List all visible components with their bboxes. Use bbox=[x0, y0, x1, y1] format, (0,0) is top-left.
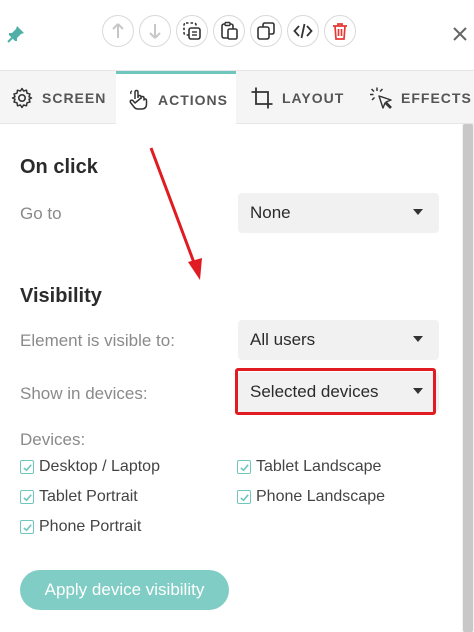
hand-pointer-icon bbox=[129, 89, 148, 110]
device-label: Phone Portrait bbox=[39, 518, 142, 535]
code-icon bbox=[293, 23, 313, 39]
visibility-title: Visibility bbox=[20, 285, 102, 307]
tab-screen-label: SCREEN bbox=[42, 89, 107, 106]
device-checkbox-phone-portrait[interactable]: Phone Portrait bbox=[20, 518, 141, 536]
crop-icon bbox=[251, 87, 273, 108]
goto-label: Go to bbox=[20, 204, 62, 223]
delete-button[interactable] bbox=[324, 15, 356, 47]
visible-to-select-value: All users bbox=[250, 330, 316, 349]
checkbox-checked-icon bbox=[237, 460, 251, 474]
toolbar-buttons bbox=[102, 15, 361, 53]
device-label: Phone Landscape bbox=[256, 488, 385, 505]
tab-layout-label: LAYOUT bbox=[282, 89, 345, 106]
annotation-highlight-box bbox=[235, 368, 436, 415]
scrollbar-thumb[interactable] bbox=[463, 124, 473, 632]
on-click-title: On click bbox=[20, 156, 98, 178]
tab-layout[interactable]: LAYOUT bbox=[250, 71, 355, 124]
checkbox-checked-icon bbox=[237, 490, 251, 504]
checkbox-checked-icon bbox=[20, 460, 34, 474]
element-settings-panel: SCREEN ACTIONS LAYOUT EFFECTS On click G… bbox=[0, 0, 474, 632]
gear-icon bbox=[11, 87, 33, 108]
arrow-down-icon bbox=[149, 24, 161, 39]
visible-to-select[interactable]: All users bbox=[238, 320, 439, 360]
device-checkbox-phone-landscape[interactable]: Phone Landscape bbox=[237, 488, 385, 506]
tab-screen[interactable]: SCREEN bbox=[10, 71, 112, 124]
device-label: Desktop / Laptop bbox=[39, 458, 160, 475]
tab-effects-label: EFFECTS bbox=[401, 89, 472, 106]
show-in-devices-label: Show in devices: bbox=[20, 384, 148, 403]
caret-down-icon bbox=[413, 209, 423, 215]
move-down-button[interactable] bbox=[139, 15, 171, 47]
visible-to-label: Element is visible to: bbox=[20, 331, 175, 350]
goto-select[interactable]: None bbox=[238, 193, 439, 233]
duplicate-icon bbox=[257, 22, 275, 40]
sparkle-cursor-icon bbox=[370, 87, 392, 109]
devices-label: Devices: bbox=[20, 430, 86, 449]
apply-device-visibility-button[interactable]: Apply device visibility bbox=[20, 570, 229, 610]
copy-button[interactable] bbox=[176, 15, 208, 47]
device-checkbox-tablet-portrait[interactable]: Tablet Portrait bbox=[20, 488, 138, 506]
copy-dashed-icon bbox=[183, 22, 201, 40]
paste-button[interactable] bbox=[213, 15, 245, 47]
tab-actions-label: ACTIONS bbox=[158, 91, 228, 108]
checkbox-checked-icon bbox=[20, 490, 34, 504]
close-icon[interactable] bbox=[450, 24, 470, 44]
tab-effects[interactable]: EFFECTS bbox=[369, 71, 474, 124]
paste-icon bbox=[221, 21, 238, 40]
tab-actions[interactable]: ACTIONS bbox=[116, 71, 236, 125]
device-checkbox-tablet-landscape[interactable]: Tablet Landscape bbox=[237, 458, 381, 476]
device-checkbox-desktop[interactable]: Desktop / Laptop bbox=[20, 458, 160, 476]
device-label: Tablet Landscape bbox=[256, 458, 382, 475]
arrow-up-icon bbox=[112, 23, 124, 38]
goto-select-value: None bbox=[250, 203, 291, 222]
pin-icon[interactable] bbox=[6, 24, 26, 44]
move-up-button[interactable] bbox=[102, 15, 134, 47]
device-label: Tablet Portrait bbox=[39, 488, 138, 505]
checkbox-checked-icon bbox=[20, 520, 34, 534]
caret-down-icon bbox=[413, 336, 423, 342]
settings-tabs: SCREEN ACTIONS LAYOUT EFFECTS bbox=[0, 70, 474, 125]
duplicate-button[interactable] bbox=[250, 15, 282, 47]
code-button[interactable] bbox=[287, 15, 319, 47]
element-toolbar bbox=[0, 0, 474, 70]
trash-icon bbox=[333, 23, 347, 40]
